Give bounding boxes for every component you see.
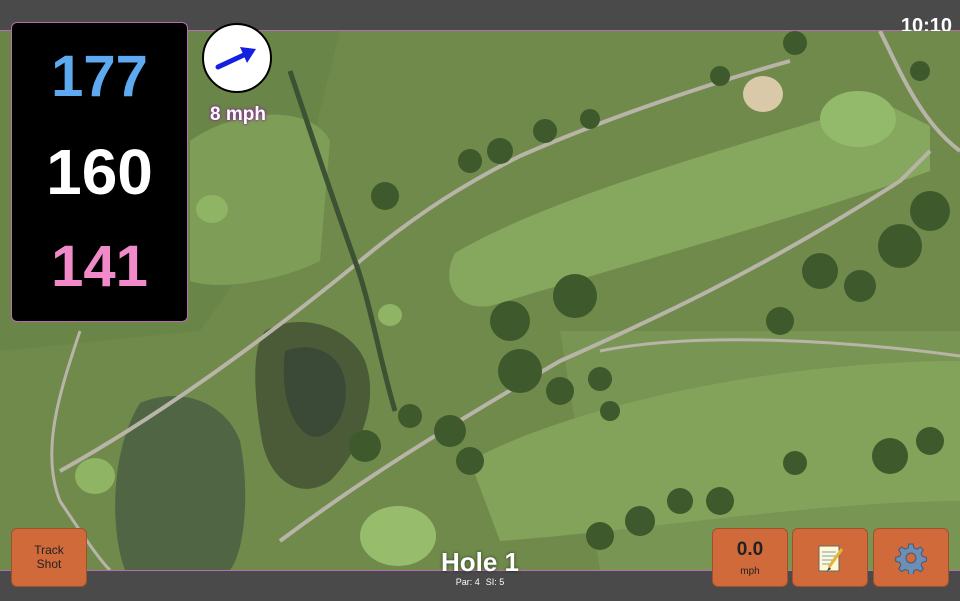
middle-yardage: 160 xyxy=(46,136,153,208)
notes-button[interactable] xyxy=(792,528,868,587)
track-shot-label: Track Shot xyxy=(34,542,64,571)
settings-button[interactable] xyxy=(873,528,949,587)
front-yardage: 141 xyxy=(51,234,148,299)
gear-icon xyxy=(895,543,927,574)
back-yardage: 177 xyxy=(51,44,148,109)
hole-si: SI: 5 xyxy=(485,577,505,587)
hole-title: Hole 1 xyxy=(440,547,520,577)
hole-par: Par: 4 xyxy=(455,577,480,587)
notepad-icon xyxy=(818,545,844,571)
speed-button[interactable]: 0.0 mph xyxy=(712,528,788,587)
wind-direction-dial xyxy=(202,23,272,93)
track-shot-button[interactable]: Track Shot xyxy=(11,528,87,587)
arrow-icon xyxy=(215,47,256,70)
hole-details: Par: 4 SI: 5 xyxy=(430,577,530,587)
wind-speed-label: 8 mph xyxy=(210,104,266,125)
hole-info: Hole 1 Par: 4 SI: 5 xyxy=(430,549,530,587)
speed-unit: mph xyxy=(740,565,760,577)
yardage-panel: 177 160 141 xyxy=(11,22,188,322)
speed-value: 0.0 xyxy=(736,538,764,560)
